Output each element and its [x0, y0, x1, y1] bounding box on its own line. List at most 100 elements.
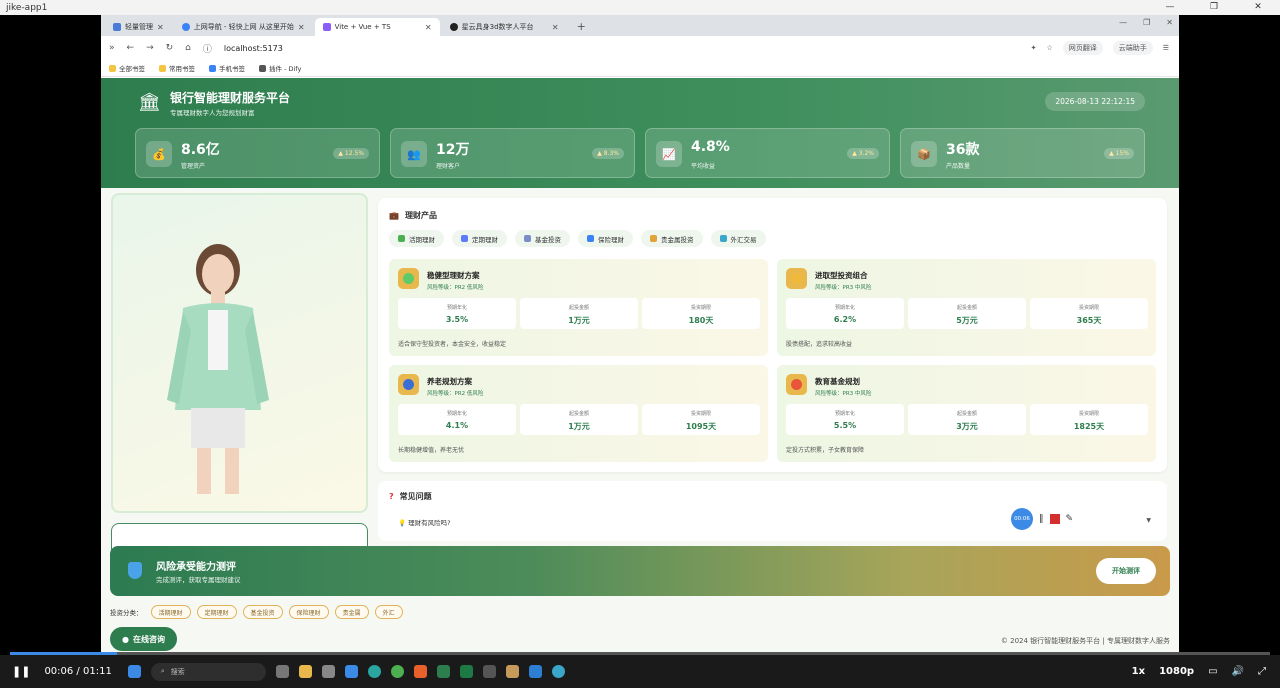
package-icon: 📦	[911, 141, 937, 167]
fullscreen-icon[interactable]: ⤢	[1258, 666, 1266, 677]
product-card[interactable]: 进取型投资组合 风险等级：PR3 中风险 预期年化 6.2% 起投金额 5万元 投资…	[777, 259, 1156, 356]
bookmark-item[interactable]: 插件 - Dify	[259, 63, 301, 73]
shield-icon	[128, 562, 142, 579]
bookmark-item[interactable]: 常用书签	[159, 63, 195, 73]
category-chip[interactable]: 保险理财	[288, 605, 329, 619]
new-tab-icon[interactable]: +	[569, 18, 594, 36]
bank-icon: 🏛	[138, 92, 161, 113]
mail-icon[interactable]	[344, 665, 358, 678]
start-assessment-button[interactable]: 开始测评	[1096, 558, 1156, 584]
browser-tab-active[interactable]: Vite + Vue + TS ✕	[314, 18, 440, 36]
folder-icon	[109, 64, 116, 72]
browser-tab[interactable]: 星云具身3d数字人平台 ✕	[442, 18, 567, 36]
menu-icon[interactable]: ☰	[1163, 44, 1169, 52]
home-icon[interactable]: ⌂	[185, 43, 191, 53]
tab-fixed[interactable]: 定期理财	[452, 230, 507, 247]
minimize-icon[interactable]: —	[1148, 0, 1192, 15]
bookmark-item[interactable]: 全部书签	[109, 63, 145, 73]
close-tab-icon[interactable]: ✕	[298, 23, 305, 32]
stop-icon[interactable]	[1049, 514, 1060, 524]
volume-icon[interactable]: 🔊	[1232, 666, 1244, 677]
app-icon[interactable]	[505, 665, 519, 678]
vscode-icon[interactable]	[528, 665, 542, 678]
category-chip[interactable]: 基金投资	[242, 605, 283, 619]
stat-label: 管理资产	[181, 163, 206, 170]
reload-icon[interactable]: ↻	[166, 43, 174, 53]
close-tab-icon[interactable]: ✕	[157, 23, 164, 32]
tab-fund[interactable]: 基金投资	[515, 230, 570, 247]
datetime-badge: 2026-08-13 22:12:15	[1045, 92, 1145, 111]
app-icon[interactable]	[436, 665, 450, 678]
app-icon[interactable]	[413, 665, 427, 678]
excel-icon[interactable]	[459, 665, 473, 678]
tab-forex[interactable]: 外汇交易	[710, 230, 766, 247]
banner-title: 风险承受能力测评	[156, 562, 236, 573]
task-view-icon[interactable]	[275, 665, 289, 678]
tab-label: 轻量管理	[125, 23, 153, 31]
file-explorer-icon[interactable]	[298, 665, 312, 678]
sidebar-toggle-icon[interactable]: »	[109, 43, 115, 53]
close-icon[interactable]: ✕	[1166, 18, 1173, 27]
close-tab-icon[interactable]: ✕	[425, 23, 432, 32]
tab-metals[interactable]: 贵金属投资	[641, 230, 703, 247]
metric-value: 1095天	[685, 422, 717, 431]
faq-question-text: 理财有风险吗?	[408, 519, 451, 527]
app-icon[interactable]	[551, 665, 565, 678]
store-icon[interactable]	[321, 665, 335, 678]
tab-favicon-icon	[449, 23, 458, 31]
question-icon: ?	[389, 492, 394, 501]
url-input[interactable]: localhost:5173	[224, 44, 283, 53]
edge-icon[interactable]	[367, 665, 381, 678]
forward-icon[interactable]: →	[146, 43, 154, 53]
back-icon[interactable]: ←	[127, 43, 135, 53]
tab-demand[interactable]: 活期理财	[389, 230, 444, 247]
bookmark-star-icon[interactable]: ☆	[1046, 44, 1052, 52]
browser-icon[interactable]	[390, 665, 404, 678]
browser-tab[interactable]: 轻量管理 ✕	[105, 18, 172, 36]
digital-human-panel[interactable]	[111, 193, 368, 513]
product-card[interactable]: 养老规划方案 风险等级：PR2 低风险 预期年化 4.1% 起投金额 1万元 投资期…	[389, 365, 768, 462]
site-info-icon[interactable]: ⓘ	[203, 42, 212, 55]
quality-button[interactable]: 1080p	[1159, 666, 1194, 677]
category-chip[interactable]: 贵金属	[334, 605, 369, 619]
metric-value: 365天	[1076, 316, 1102, 325]
metric: 预期年化 4.1%	[398, 404, 516, 435]
extension-icon[interactable]: ✦	[1031, 44, 1037, 52]
metric: 预期年化 6.2%	[786, 298, 904, 329]
windows-start-icon[interactable]	[127, 665, 141, 678]
maximize-icon[interactable]: ❐	[1143, 18, 1150, 27]
tab-insurance[interactable]: 保险理财	[578, 230, 633, 247]
product-metrics: 预期年化 3.5% 起投金额 1万元 投资期限 180天	[398, 298, 760, 329]
bookmark-item[interactable]: 手机书签	[209, 63, 245, 73]
chevron-down-icon[interactable]: ▼	[1146, 517, 1151, 524]
pencil-icon[interactable]: ✎	[1066, 514, 1074, 524]
product-card[interactable]: 稳健型理财方案 风险等级：PR2 低风险 预期年化 3.5% 起投金额 1万元 投资…	[389, 259, 768, 356]
product-card[interactable]: 教育基金规划 风险等级：PR3 中风险 预期年化 5.5% 起投金额 3万元 投资期…	[777, 365, 1156, 462]
category-chip[interactable]: 定期理财	[196, 605, 237, 619]
risk-level: 风险等级：PR3 中风险	[815, 285, 872, 291]
metric-value: 1万元	[568, 316, 590, 325]
close-tab-icon[interactable]: ✕	[552, 23, 559, 32]
online-consult-button[interactable]: ● 在线咨询	[110, 627, 177, 651]
browser-tab[interactable]: 上网导航 - 轻快上网 从这里开始 ✕	[174, 18, 313, 36]
browser-window: 轻量管理 ✕ 上网导航 - 轻快上网 从这里开始 ✕ Vite + Vue + TS…	[101, 15, 1179, 655]
category-chip[interactable]: 外汇	[374, 605, 403, 619]
translate-button[interactable]: 网页翻译	[1062, 41, 1103, 55]
speed-button[interactable]: 1x	[1132, 666, 1145, 677]
metric-label: 预期年化	[446, 305, 467, 311]
pause-icon[interactable]: ❚❚	[12, 665, 30, 678]
category-chip[interactable]: 活期理财	[150, 605, 191, 619]
address-bar-actions: ✦ ☆ 网页翻译 云端助手 ☰	[1031, 41, 1179, 55]
assistant-button[interactable]: 云端助手	[1112, 41, 1153, 55]
player-title-bar: jike-app1 — ❐ ✕	[0, 0, 1280, 15]
maximize-icon[interactable]: ❐	[1192, 0, 1236, 15]
app-icon[interactable]	[482, 665, 496, 678]
minimize-icon[interactable]: —	[1119, 18, 1127, 27]
window-title: jike-app1	[6, 2, 48, 13]
taskbar-search[interactable]: ⌕ 搜索	[150, 662, 266, 681]
pause-icon[interactable]: ‖	[1039, 514, 1044, 524]
close-icon[interactable]: ✕	[1236, 0, 1280, 15]
pip-icon[interactable]: ▭	[1208, 666, 1217, 677]
stats-row: 💰 8.6亿 管理资产 ▲ 12.5% 👥 12万 理财客户 ▲ 8.3% 📈 4.8% 平均收…	[135, 128, 1145, 178]
faq-question[interactable]: 💡 理财有风险吗?	[398, 517, 451, 527]
